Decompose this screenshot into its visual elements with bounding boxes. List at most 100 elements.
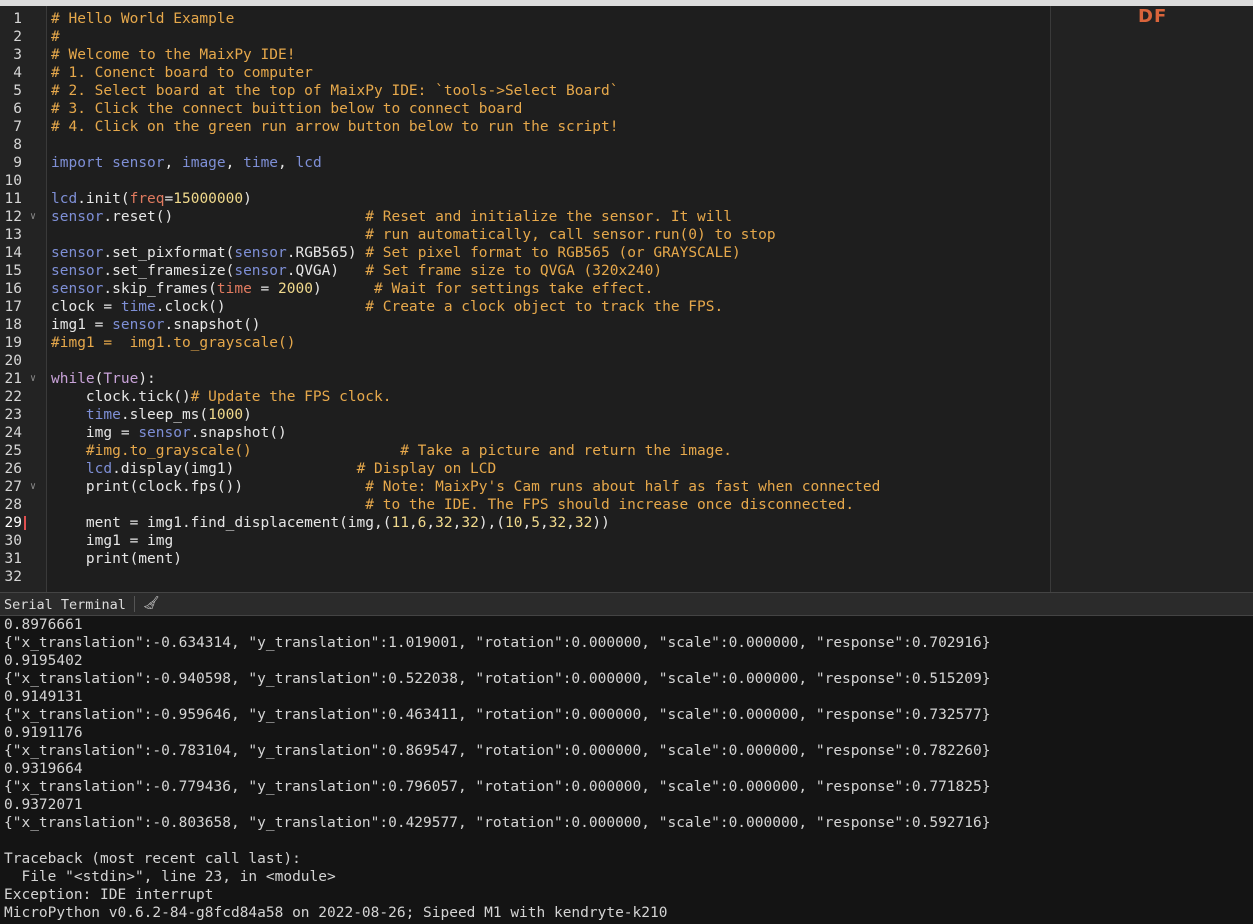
code-line[interactable]: 29 ment = img1.find_displacement(img,(11…: [0, 514, 1050, 532]
code-token: .QVGA): [286, 263, 366, 279]
code-token: .display(img1): [112, 461, 357, 477]
code-line[interactable]: 32: [0, 568, 1050, 586]
code-token: 11: [391, 515, 409, 531]
code-token: ,: [539, 515, 549, 531]
code-token: print(clock.fps()): [51, 479, 366, 495]
code-token: =: [251, 281, 279, 297]
code-token: sensor: [112, 155, 165, 171]
code-line[interactable]: 6 # 3. Click the connect buittion below t…: [0, 100, 1050, 118]
code-token: clock.tick(): [51, 389, 191, 405]
code-line[interactable]: 4 # 1. Conenct board to computer: [0, 64, 1050, 82]
terminal-line: {"x_translation":-0.940598, "y_translati…: [4, 671, 991, 687]
code-text: lcd.display(img1) # Display on LCD: [51, 460, 496, 478]
code-line[interactable]: 16 sensor.skip_frames(time = 2000) # Wait…: [0, 280, 1050, 298]
code-line[interactable]: 27 ∨ print(clock.fps()) # Note: MaixPy's …: [0, 478, 1050, 496]
code-token: .skip_frames(: [103, 281, 217, 297]
broom-icon[interactable]: 🧹︎: [142, 595, 160, 613]
code-line[interactable]: 8: [0, 136, 1050, 154]
code-line[interactable]: 21 ∨ while(True):: [0, 370, 1050, 388]
fold-chevron-icon[interactable]: ∨: [30, 208, 36, 226]
code-token: 1000: [208, 407, 244, 423]
editor-right-divider: [1050, 6, 1051, 592]
code-line[interactable]: 11 lcd.init(freq=15000000): [0, 190, 1050, 208]
fold-chevron-icon[interactable]: ∨: [30, 370, 36, 388]
code-line[interactable]: 15 sensor.set_framesize(sensor.QVGA) # Se…: [0, 262, 1050, 280]
line-number: 28: [4, 497, 22, 513]
code-line[interactable]: 14 sensor.set_pixformat(sensor.RGB565) # …: [0, 244, 1050, 262]
code-token: freq: [129, 191, 165, 207]
code-line[interactable]: 24 img = sensor.snapshot(): [0, 424, 1050, 442]
code-line[interactable]: 19 #img1 = img1.to_grayscale(): [0, 334, 1050, 352]
line-number: 9: [13, 155, 22, 171]
code-token: img1 =: [51, 317, 113, 333]
df-logo: DF: [1138, 6, 1168, 27]
code-text: lcd.init(freq=15000000): [51, 190, 252, 208]
serial-terminal-header: Serial Terminal 🧹︎: [0, 592, 1253, 616]
code-line[interactable]: 26 lcd.display(img1) # Display on LCD: [0, 460, 1050, 478]
line-number: 17: [4, 299, 22, 315]
code-line[interactable]: 5 # 2. Select board at the top of MaixPy …: [0, 82, 1050, 100]
line-number: 19: [4, 335, 22, 351]
code-line[interactable]: 28 # to the IDE. The FPS should increase…: [0, 496, 1050, 514]
code-token: 32: [435, 515, 453, 531]
code-line[interactable]: 12 ∨ sensor.reset() # Reset and initialize…: [0, 208, 1050, 226]
code-token: ,: [426, 515, 436, 531]
code-token: ): [312, 281, 375, 297]
code-token: ,: [225, 155, 244, 171]
code-token: .set_pixformat(: [103, 245, 235, 261]
code-token: # Create a clock object to track the FPS…: [365, 299, 724, 315]
code-token: ,: [566, 515, 575, 531]
code-token: lcd: [51, 191, 78, 207]
code-line[interactable]: 22 clock.tick()# Update the FPS clock.: [0, 388, 1050, 406]
code-token: # Reset and initialize the sensor. It wi…: [365, 209, 732, 225]
code-token: # Set pixel format to RGB565 (or GRAYSCA…: [365, 245, 741, 261]
code-token: sensor: [51, 245, 104, 261]
serial-terminal-title[interactable]: Serial Terminal: [4, 597, 126, 613]
code-text: while(True):: [51, 370, 156, 388]
code-editor[interactable]: DF 1 # Hello World Example 2 #3 # Welcome to…: [0, 0, 1253, 592]
code-token: time: [85, 407, 121, 423]
code-line[interactable]: 25 #img.to_grayscale() # Take a picture …: [0, 442, 1050, 460]
code-token: img =: [51, 425, 139, 441]
code-lines[interactable]: 1 # Hello World Example 2 #3 # Welcome to th…: [0, 10, 1050, 586]
code-line[interactable]: 17 clock = time.clock() # Create a clock …: [0, 298, 1050, 316]
code-line[interactable]: 23 time.sleep_ms(1000): [0, 406, 1050, 424]
line-number: 1: [13, 11, 22, 27]
code-token: print(ment): [51, 551, 182, 567]
code-token: sensor: [51, 263, 104, 279]
code-line[interactable]: 7 # 4. Click on the green run arrow butto…: [0, 118, 1050, 136]
terminal-line: {"x_translation":-0.779436, "y_translati…: [4, 779, 991, 795]
code-line[interactable]: 20: [0, 352, 1050, 370]
code-text: sensor.reset() # Reset and initialize th…: [51, 208, 732, 226]
line-number: 27: [4, 479, 22, 495]
code-token: # run automatically, call sensor.run(0) …: [365, 227, 776, 243]
terminal-line: MicroPython v0.6.2-84-g8fcd84a58 on 2022…: [4, 905, 668, 921]
fold-chevron-icon[interactable]: ∨: [30, 478, 36, 496]
code-line[interactable]: 2 #: [0, 28, 1050, 46]
code-line[interactable]: 30 img1 = img: [0, 532, 1050, 550]
line-number: 32: [4, 569, 22, 585]
code-token: ),(: [478, 515, 506, 531]
code-line[interactable]: 9 import sensor, image, time, lcd: [0, 154, 1050, 172]
code-text: img = sensor.snapshot(): [51, 424, 287, 442]
code-line[interactable]: 1 # Hello World Example: [0, 10, 1050, 28]
line-number: 8: [13, 137, 22, 153]
code-text: # 4. Click on the green run arrow button…: [51, 118, 618, 136]
code-text: print(ment): [51, 550, 182, 568]
code-line[interactable]: 18 img1 = sensor.snapshot(): [0, 316, 1050, 334]
code-text: # Hello World Example: [51, 10, 234, 28]
line-number: 25: [4, 443, 22, 459]
code-line[interactable]: 13 # run automatically, call sensor.run(…: [0, 226, 1050, 244]
code-token: .init(: [77, 191, 130, 207]
line-number: 24: [4, 425, 22, 441]
code-token: 2000: [278, 281, 313, 297]
code-line[interactable]: 31 print(ment): [0, 550, 1050, 568]
code-text: # to the IDE. The FPS should increase on…: [51, 496, 854, 514]
serial-terminal-output[interactable]: 0.8976661 {"x_translation":-0.634314, "y_…: [0, 616, 1253, 924]
code-line[interactable]: 10: [0, 172, 1050, 190]
code-line[interactable]: 3 # Welcome to the MaixPy IDE!: [0, 46, 1050, 64]
line-number: 6: [13, 101, 22, 117]
terminal-line: {"x_translation":-0.803658, "y_translati…: [4, 815, 991, 831]
